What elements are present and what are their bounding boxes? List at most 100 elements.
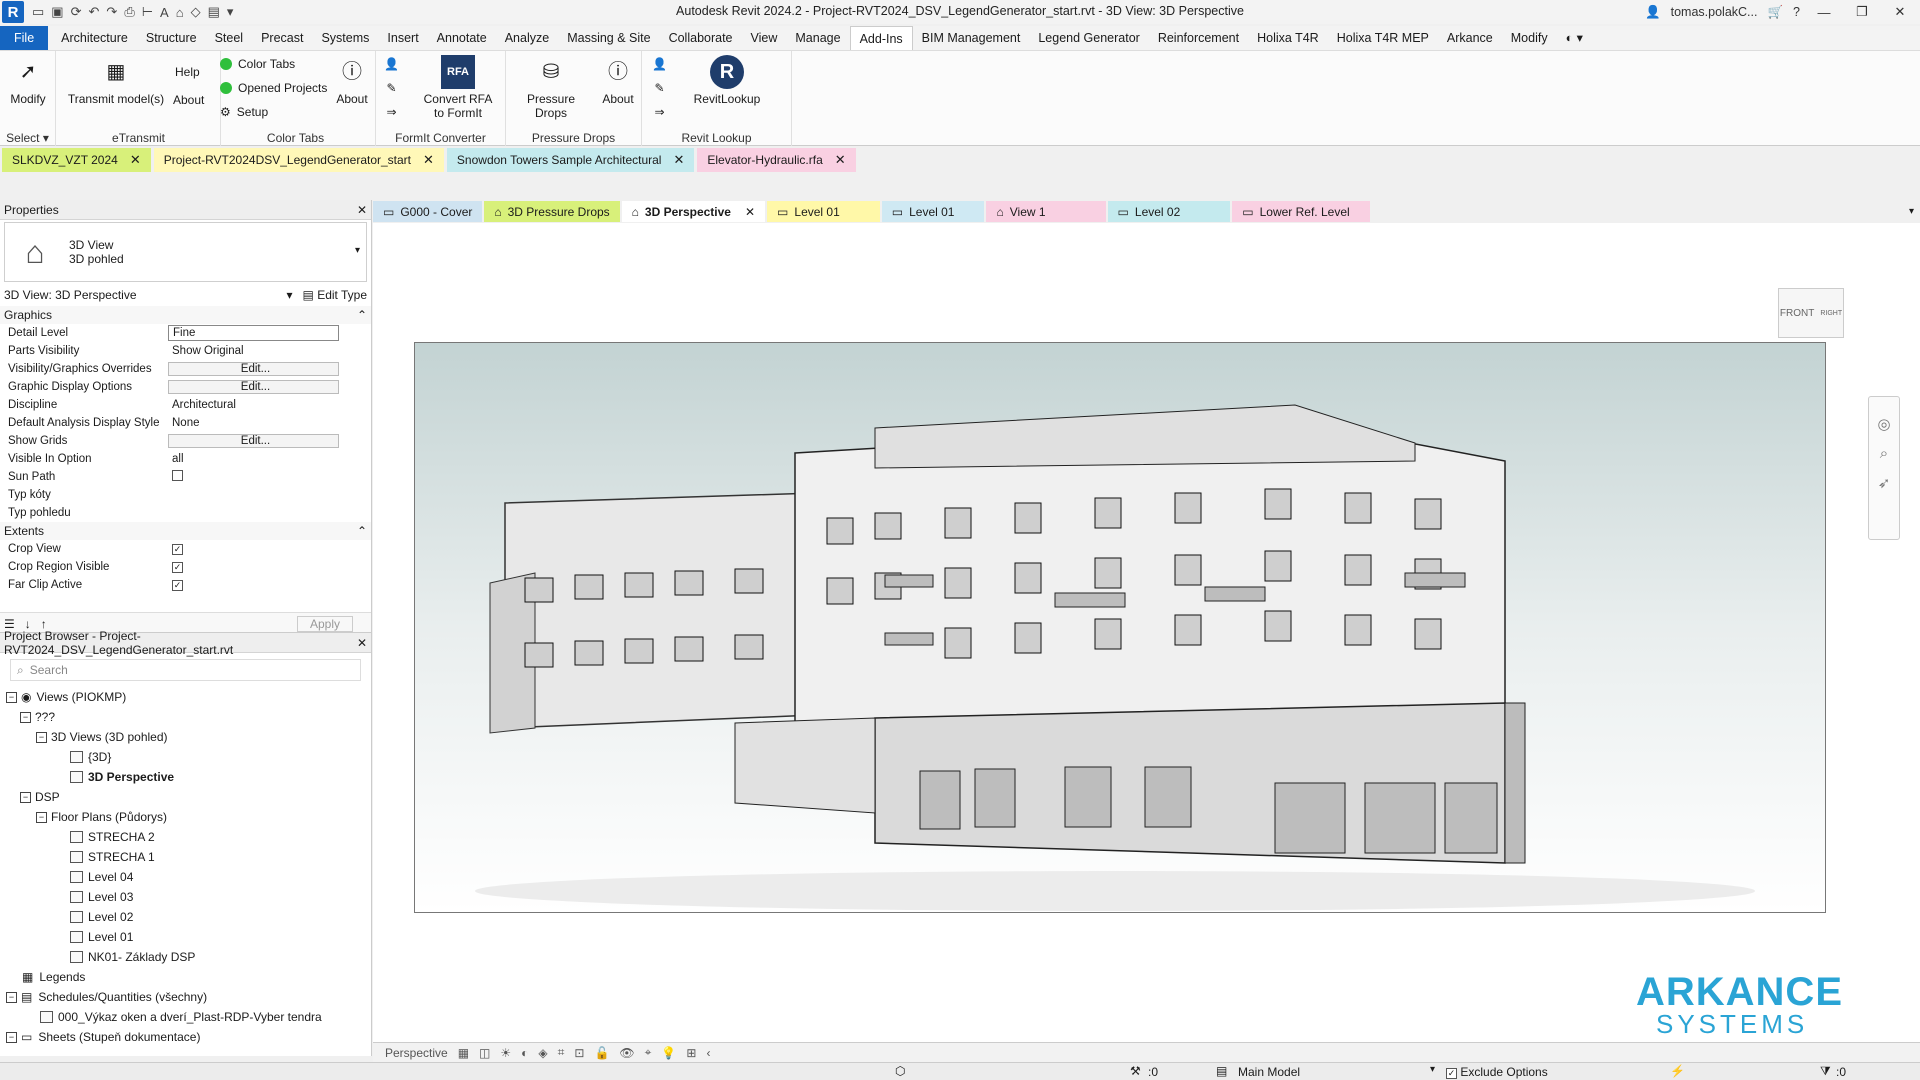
sections-icon[interactable]: ◇ [191,4,201,20]
menu-insert[interactable]: Insert [378,26,427,50]
menu-reinforcement[interactable]: Reinforcement [1149,26,1248,50]
pressure-drops-button[interactable]: ⛁ Pressure Drops [512,55,590,120]
measure-icon[interactable]: ⊢ [142,4,153,20]
close-icon[interactable]: ✕ [835,152,846,168]
tree-node-dsp[interactable]: − DSP [0,787,371,807]
main-model[interactable]: Main Model [1238,1065,1300,1079]
project-tab[interactable]: Snowdon Towers Sample Architectural ✕ [446,148,695,172]
menu-analyze[interactable]: Analyze [496,26,558,50]
menu-file[interactable]: File [0,26,49,50]
close-icon[interactable]: ✕ [357,636,367,650]
close-icon[interactable]: ✕ [745,205,755,219]
menu-systems[interactable]: Systems [312,26,378,50]
sync-icon[interactable]: ⟳ [71,4,82,20]
worksharing-icon[interactable]: ⬡ [895,1064,905,1078]
menu-holixa-t4r-mep[interactable]: Holixa T4R MEP [1328,26,1438,50]
restore-icon[interactable]: ❐ [1848,4,1876,20]
fly-icon[interactable]: ➶ [1878,474,1891,492]
menu-precast[interactable]: Precast [252,26,312,50]
opened-projects-button[interactable]: Opened Projects [220,81,327,95]
design-options-icon[interactable]: ⚒ [1130,1064,1141,1078]
close-icon[interactable]: ✕ [673,152,684,168]
setup-button[interactable]: ⚙ Setup [220,105,268,119]
chevron-down-icon[interactable]: ▾ [286,288,292,302]
tree-node-3d-views[interactable]: −3D Views (3D pohled) [0,727,371,747]
user-icon[interactable]: 👤 [1645,5,1661,20]
collapse-icon[interactable]: ⌃ [357,308,367,322]
type-selector[interactable]: ⌂ 3D View 3D pohled ▾ [4,222,367,282]
render-icon[interactable]: ◈ [538,1046,547,1060]
edit-icon[interactable]: ✎ [386,81,396,95]
help-button[interactable]: Help [175,65,200,79]
shadows-icon[interactable]: ◐ [521,1046,528,1060]
collapse-icon[interactable]: ⌃ [357,524,367,538]
tree-item-3d-perspective[interactable]: 3D Perspective [0,767,371,787]
collapse-icon[interactable]: − [36,731,47,743]
exclude-options-checkbox[interactable]: ✓ [1446,1068,1457,1079]
reveal-icon[interactable]: 💡 [661,1046,676,1060]
select-dropdown[interactable]: Select ▾ [0,131,55,145]
collapse-icon[interactable]: − [6,691,17,703]
collapse-icon[interactable]: − [20,711,31,723]
scroll-left-icon[interactable]: ‹ [706,1046,710,1060]
menu-collaborate[interactable]: Collaborate [660,26,742,50]
export-icon[interactable]: ⇒ [386,105,396,119]
customize-qat-icon[interactable]: ▾ [227,4,234,20]
sun-icon[interactable]: ☀ [500,1046,511,1060]
crop-view-checkbox[interactable]: ✓ [172,544,183,555]
collapse-icon[interactable]: − [6,1031,17,1043]
sun-path-checkbox[interactable] [172,470,183,481]
open-icon[interactable]: ▭ [32,4,44,20]
show-grids-edit-button[interactable]: Edit... [168,434,339,448]
color-tabs-button[interactable]: Color Tabs [220,57,295,71]
view-tab[interactable]: ▭ Lower Ref. Level [1232,201,1370,222]
view-tab[interactable]: ⌂ 3D Pressure Drops [484,201,620,222]
extents-section[interactable]: Extents ⌃ [0,522,371,540]
edit-icon[interactable]: ✎ [654,81,664,95]
menu-legend-generator[interactable]: Legend Generator [1029,26,1148,50]
export-icon[interactable]: ⇒ [654,105,664,119]
instance-selector[interactable]: 3D View: 3D Perspective [4,288,137,302]
revit-logo[interactable]: R [2,1,24,23]
tree-item-plan[interactable]: STRECHA 2 [0,827,371,847]
graphics-section[interactable]: Graphics ⌃ [0,306,371,324]
home-3d-icon[interactable]: ⌂ [176,5,184,20]
redo-icon[interactable]: ↷ [106,4,117,20]
temp-hide-icon[interactable]: ⌖ [645,1045,652,1060]
steering-wheel-icon[interactable]: ◎ [1877,415,1890,433]
menu-annotate[interactable]: Annotate [428,26,496,50]
modify-button[interactable]: ➚ Modify [6,55,50,106]
view-tab-active[interactable]: ⌂ 3D Perspective ✕ [621,201,766,222]
tree-item-plan[interactable]: NK01- Základy DSP [0,947,371,967]
menu-architecture[interactable]: Architecture [52,26,137,50]
hide-icon[interactable]: 👁 [619,1046,634,1060]
view-tab[interactable]: ▭ Level 01 [767,201,880,222]
crop-icon[interactable]: ⌗ [558,1045,565,1060]
menu-massing-site[interactable]: Massing & Site [558,26,659,50]
exclude-options[interactable]: ✓ Exclude Options [1446,1065,1548,1079]
tree-node-schedules[interactable]: − ▤ Schedules/Quantities (všechny) [0,987,371,1007]
far-clip-checkbox[interactable]: ✓ [172,580,183,591]
transmit-models-button[interactable]: ▦ Transmit model(s) [61,55,171,106]
menu-add-ins[interactable]: Add-Ins [849,26,913,50]
menu-structure[interactable]: Structure [137,26,206,50]
project-tab[interactable]: Elevator-Hydraulic.rfa ✕ [697,148,856,172]
text-icon[interactable]: A [160,5,169,20]
collapse-icon[interactable]: − [36,811,47,823]
tree-item-3d[interactable]: {3D} [0,747,371,767]
collapse-icon[interactable]: − [6,991,17,1003]
detail-level-field[interactable]: Fine [168,325,339,341]
crop-visible-icon[interactable]: ⊡ [574,1046,584,1060]
view-cube[interactable]: FRONT RIGHT [1778,288,1844,338]
graphic-display-edit-button[interactable]: Edit... [168,380,339,394]
save-icon[interactable]: ▣ [51,4,63,20]
menu-manage[interactable]: Manage [786,26,849,50]
close-icon[interactable]: ✕ [1886,4,1914,20]
minimize-icon[interactable]: — [1810,5,1838,20]
menu-holixa-t4r[interactable]: Holixa T4R [1248,26,1328,50]
help-icon[interactable]: ? [1793,5,1800,19]
about-button-etransmit[interactable]: About [173,93,204,107]
tree-item-schedule[interactable]: 000_Výkaz oken a dverí_Plast-RDP-Vyber t… [0,1007,371,1027]
ribbon-display-toggle-icon[interactable]: ◐ ▾ [1557,26,1592,50]
menu-steel[interactable]: Steel [206,26,253,50]
